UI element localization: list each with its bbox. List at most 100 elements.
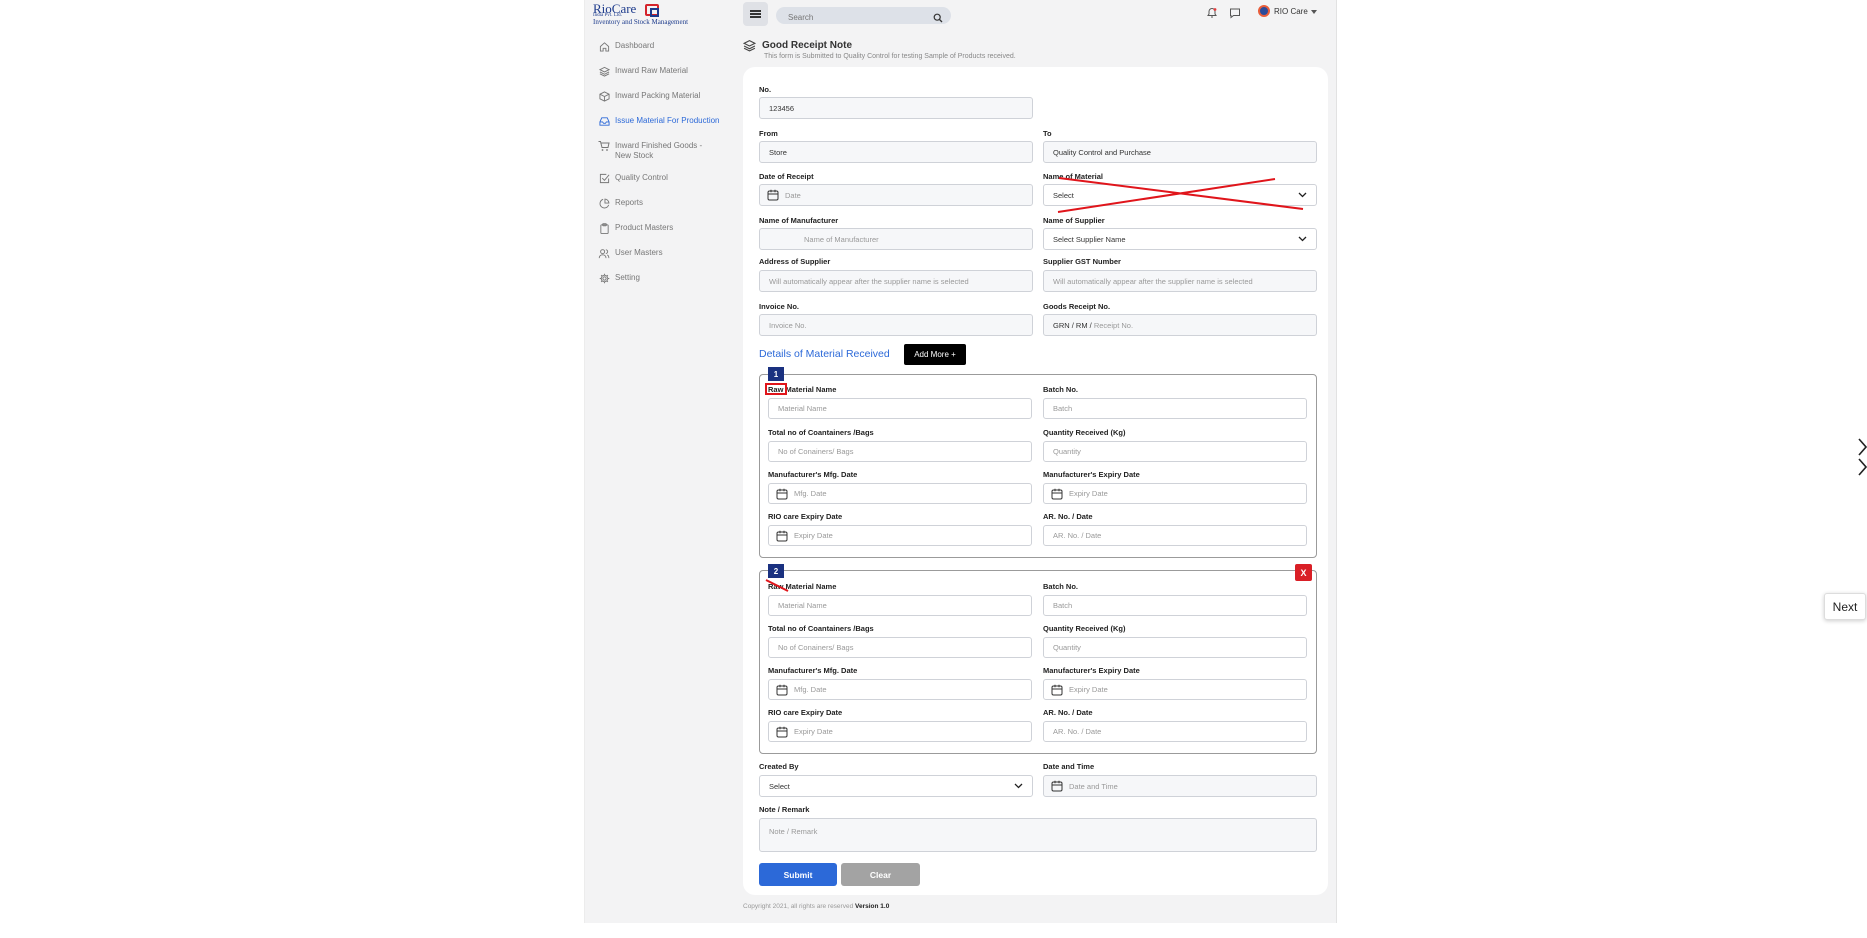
- datetime-placeholder: Date and Time: [1069, 781, 1118, 791]
- material-select-value: Select: [1053, 190, 1074, 200]
- containers-field[interactable]: No of Conainers/ Bags: [768, 637, 1032, 658]
- chevron-right-icon[interactable]: [1858, 436, 1867, 483]
- grn-field[interactable]: GRN / RM / Receipt No.: [1043, 314, 1317, 336]
- mfg-date-label: Manufacturer's Mfg. Date: [768, 470, 858, 479]
- quantity-field[interactable]: Quantity: [1043, 441, 1307, 462]
- box-icon: [598, 90, 610, 102]
- from-field[interactable]: Store: [759, 141, 1033, 163]
- created-by-select[interactable]: Select: [759, 775, 1033, 797]
- chevron-down-icon: [1298, 191, 1307, 200]
- search-input[interactable]: [776, 9, 926, 26]
- sidebar-item-label: Inward Raw Material: [615, 66, 688, 75]
- expiry-date-label: Manufacturer's Expiry Date: [1043, 666, 1140, 675]
- sidebar-item-label: Product Masters: [615, 223, 674, 232]
- created-by-value: Select: [769, 781, 790, 791]
- mfg-date-placeholder: Mfg. Date: [794, 685, 827, 694]
- sidebar-item-quality-control[interactable]: Quality Control: [598, 172, 738, 192]
- users-icon: [598, 247, 610, 259]
- calendar-icon: [776, 684, 788, 696]
- batch-field[interactable]: Batch: [1043, 398, 1307, 419]
- material-select[interactable]: Select: [1043, 184, 1317, 206]
- invoice-field[interactable]: Invoice No.: [759, 314, 1033, 336]
- batch-field[interactable]: Batch: [1043, 595, 1307, 616]
- user-name: RIO Care: [1274, 6, 1308, 16]
- sidebar-item-inward-packing-material[interactable]: Inward Packing Material: [598, 90, 738, 110]
- sidebar-item-label: Quality Control: [615, 173, 668, 182]
- expiry-date-field[interactable]: Expiry Date: [1043, 483, 1307, 504]
- chevron-down-icon: [1310, 7, 1317, 16]
- expiry-date-field[interactable]: Expiry Date: [1043, 679, 1307, 700]
- expiry-date-placeholder: Expiry Date: [1069, 685, 1108, 694]
- material-label: Name of Material: [1043, 172, 1104, 181]
- mfg-date-field[interactable]: Mfg. Date: [768, 483, 1032, 504]
- mfg-date-field[interactable]: Mfg. Date: [768, 679, 1032, 700]
- search-icon[interactable]: [933, 10, 943, 28]
- containers-field[interactable]: No of Conainers/ Bags: [768, 441, 1032, 462]
- sidebar-item-reports[interactable]: Reports: [598, 197, 738, 217]
- avatar: [1258, 5, 1270, 17]
- search-box[interactable]: [776, 7, 951, 26]
- to-label: To: [1043, 129, 1052, 138]
- calendar-icon: [776, 726, 788, 738]
- sidebar-item-label: Setting: [615, 273, 640, 282]
- rio-expiry-field[interactable]: Expiry Date: [768, 525, 1032, 546]
- ar-no-field[interactable]: AR. No. / Date: [1043, 721, 1307, 742]
- user-menu[interactable]: RIO Care: [1258, 5, 1317, 17]
- sidebar-item-inward-finished-goods[interactable]: Inward Finished Goods - New Stock: [598, 140, 738, 160]
- batch-label: Batch No.: [1043, 582, 1079, 591]
- inbox-icon: [598, 115, 610, 127]
- calendar-icon: [776, 530, 788, 542]
- raw-material-label: Raw Material Name: [768, 385, 837, 394]
- clear-button[interactable]: Clear: [841, 863, 920, 886]
- sidebar-item-label: Inward Packing Material: [615, 91, 701, 100]
- remark-textarea[interactable]: Note / Remark: [759, 818, 1317, 852]
- rio-expiry-label: RIO care Expiry Date: [768, 708, 843, 717]
- rio-expiry-field[interactable]: Expiry Date: [768, 721, 1032, 742]
- raw-material-field[interactable]: Material Name: [768, 398, 1032, 419]
- menu-toggle-button[interactable]: [743, 2, 768, 26]
- calendar-icon: [1051, 780, 1063, 792]
- grn-prefix: GRN / RM /: [1053, 320, 1092, 330]
- no-label: No.: [759, 85, 772, 94]
- sidebar-item-product-masters[interactable]: Product Masters: [598, 222, 738, 242]
- page-subtitle: This form is Submitted to Quality Contro…: [764, 53, 1016, 60]
- sidebar-item-label: Reports: [615, 198, 644, 207]
- no-field[interactable]: 123456: [759, 97, 1033, 119]
- expiry-date-placeholder: Expiry Date: [1069, 489, 1108, 498]
- remove-entry-button[interactable]: X: [1295, 564, 1312, 581]
- pie-chart-icon: [598, 197, 610, 209]
- datetime-field[interactable]: Date and Time: [1043, 775, 1317, 797]
- check-square-icon: [598, 172, 610, 184]
- manufacturer-field[interactable]: Name of Manufacturer: [759, 228, 1033, 250]
- chevron-down-icon: [1298, 235, 1307, 244]
- page-title: Good Receipt Note: [762, 40, 853, 51]
- date-receipt-field[interactable]: Date: [759, 184, 1033, 206]
- to-field[interactable]: Quality Control and Purchase: [1043, 141, 1317, 163]
- entry-index-badge: 1: [768, 367, 784, 381]
- supplier-select[interactable]: Select Supplier Name: [1043, 228, 1317, 250]
- quantity-field[interactable]: Quantity: [1043, 637, 1307, 658]
- address-field[interactable]: Will automatically appear after the supp…: [759, 270, 1033, 292]
- calendar-icon: [776, 488, 788, 500]
- calendar-icon: [767, 189, 779, 201]
- sidebar-item-label: Issue Material For Production: [615, 116, 720, 125]
- gst-label: Supplier GST Number: [1043, 257, 1121, 266]
- raw-material-field[interactable]: Material Name: [768, 595, 1032, 616]
- chat-icon[interactable]: [1229, 6, 1243, 20]
- mfg-date-placeholder: Mfg. Date: [794, 489, 827, 498]
- sidebar-item-label: Inward Finished Goods - New Stock: [615, 141, 703, 160]
- containers-label: Total no of Coantainers /Bags: [768, 428, 874, 437]
- gst-field[interactable]: Will automatically appear after the supp…: [1043, 270, 1317, 292]
- brand-logo[interactable]: RioCare India Pvt. Ltd. Inventory and St…: [593, 1, 733, 26]
- next-button[interactable]: Next: [1824, 593, 1866, 620]
- sidebar-item-user-masters[interactable]: User Masters: [598, 247, 738, 267]
- ar-no-field[interactable]: AR. No. / Date: [1043, 525, 1307, 546]
- add-more-button[interactable]: Add More +: [904, 344, 966, 365]
- sidebar-item-setting[interactable]: Setting: [598, 272, 738, 292]
- sidebar-item-inward-raw-material[interactable]: Inward Raw Material: [598, 65, 738, 85]
- submit-button[interactable]: Submit: [759, 863, 837, 886]
- bell-icon[interactable]: [1206, 6, 1220, 20]
- sidebar-item-dashboard[interactable]: Dashboard: [598, 40, 738, 60]
- sidebar-item-issue-material[interactable]: Issue Material For Production: [598, 115, 738, 135]
- sidebar-item-label: User Masters: [615, 248, 663, 257]
